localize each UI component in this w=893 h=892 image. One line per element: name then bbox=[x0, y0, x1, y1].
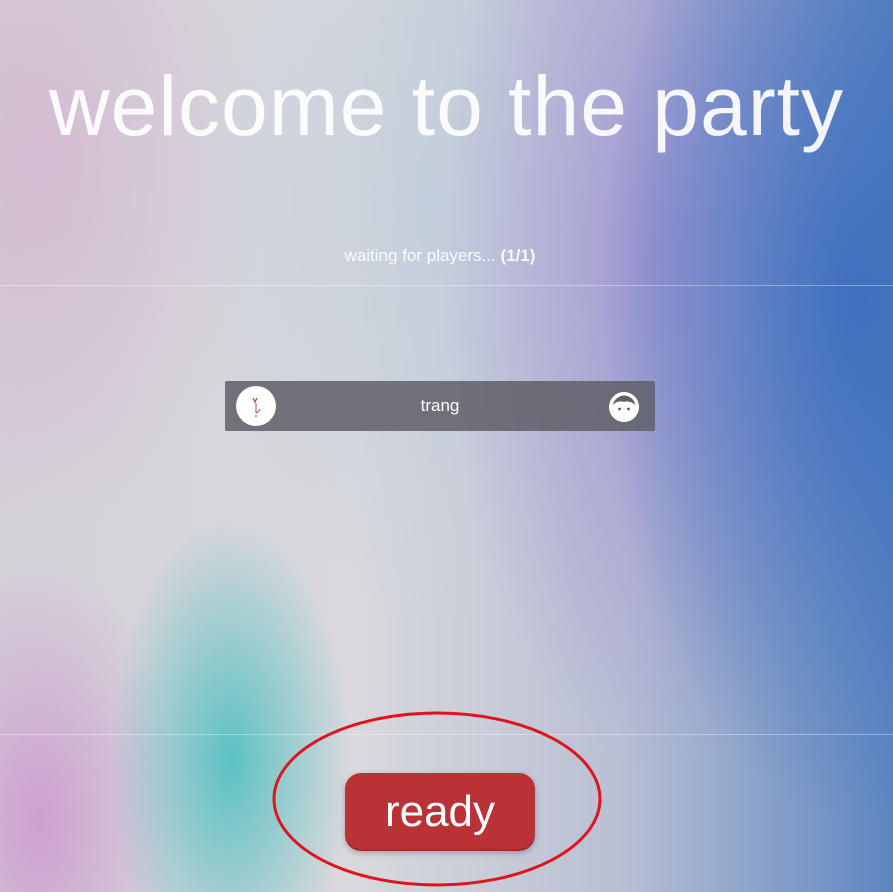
divider-bottom bbox=[0, 734, 893, 735]
face-icon bbox=[607, 390, 641, 424]
lobby-status: waiting for players... (1/1) bbox=[0, 246, 880, 266]
status-text: waiting for players... bbox=[344, 246, 496, 265]
page-title: welcome to the party bbox=[48, 59, 845, 153]
divider-top bbox=[0, 285, 893, 286]
player-card: trang bbox=[225, 381, 655, 431]
ready-button[interactable]: ready bbox=[345, 773, 535, 851]
player-name: trang bbox=[420, 396, 460, 415]
player-count: (1/1) bbox=[500, 246, 536, 265]
